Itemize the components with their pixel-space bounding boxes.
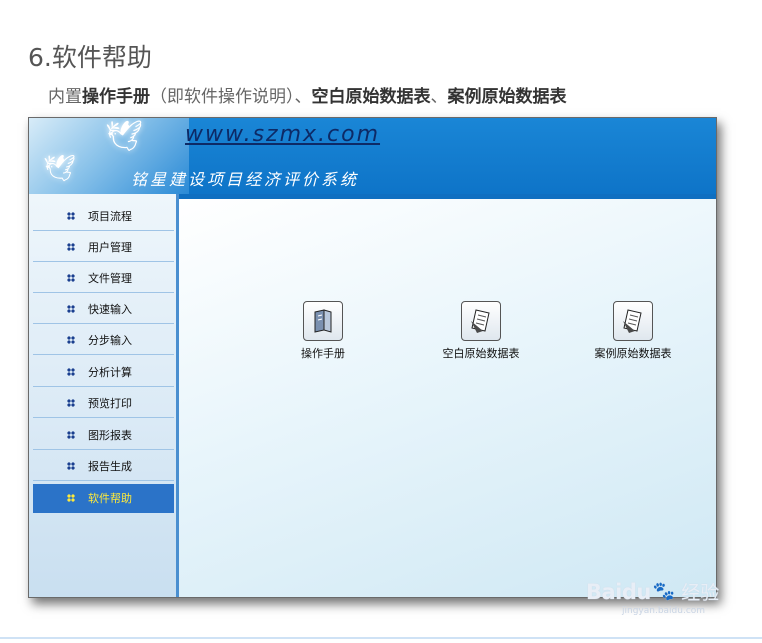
case-form-icon — [613, 301, 653, 341]
dove-icon: 🕊 — [105, 119, 144, 154]
page-divider — [0, 637, 762, 639]
paw-icon: 🐾 — [652, 581, 676, 602]
bullet-icon — [67, 431, 75, 439]
subline-blank-form: 空白原始数据表 — [311, 87, 431, 107]
subline-case-form: 案例原始数据表 — [447, 87, 567, 107]
sidebar-item-project-flow[interactable]: 项目流程 — [33, 202, 174, 231]
bullet-icon — [67, 305, 75, 313]
sidebar-item-label: 分析计算 — [88, 366, 132, 379]
sidebar-item-label: 预览打印 — [88, 397, 132, 410]
manual-button[interactable]: 操作手册 — [291, 301, 355, 361]
sidebar-item-print-preview[interactable]: 预览打印 — [33, 389, 174, 418]
blank-form-label: 空白原始数据表 — [442, 347, 520, 360]
banner-url: www.szmx.com — [185, 122, 381, 147]
baidu-jingyan-watermark: Baidu 🐾 经验 — [586, 578, 719, 605]
sidebar-item-chart-reports[interactable]: 图形报表 — [33, 421, 174, 450]
system-title: 铭星建设项目经济评价系统 — [131, 170, 360, 189]
subline-manual: 操作手册 — [82, 87, 150, 107]
sidebar-item-label: 项目流程 — [88, 210, 132, 223]
sidebar-item-label: 文件管理 — [88, 272, 132, 285]
bullet-icon — [67, 212, 75, 220]
sidebar-item-user-management[interactable]: 用户管理 — [33, 233, 174, 262]
app-banner: 🕊 🕊 www.szmx.com 铭星建设项目经济评价系统 — [29, 118, 716, 194]
sidebar-item-software-help[interactable]: 软件帮助 — [33, 484, 174, 513]
watermark-brand: Baidu — [586, 579, 651, 604]
app-window: 🕊 🕊 www.szmx.com 铭星建设项目经济评价系统 项目流程 用户管理 … — [28, 117, 717, 598]
bullet-icon — [67, 462, 75, 470]
article-subline: 内置操作手册（即软件操作说明）、空白原始数据表、案例原始数据表 — [48, 82, 567, 107]
sidebar-item-label: 快速输入 — [88, 303, 132, 316]
sidebar-item-file-management[interactable]: 文件管理 — [33, 264, 174, 293]
case-form-button[interactable]: 案例原始数据表 — [589, 301, 677, 361]
bullet-icon — [67, 336, 75, 344]
case-form-label: 案例原始数据表 — [594, 347, 672, 360]
blank-form-icon — [461, 301, 501, 341]
sidebar-item-label: 图形报表 — [88, 429, 132, 442]
sidebar-item-step-input[interactable]: 分步输入 — [33, 326, 174, 355]
bullet-icon — [67, 368, 75, 376]
sidebar-item-quick-input[interactable]: 快速输入 — [33, 295, 174, 324]
subline-prefix: 内置 — [48, 87, 82, 107]
watermark-jingyan: 经验 — [681, 582, 720, 604]
manual-book-icon — [303, 301, 343, 341]
watermark-url: jingyan.baidu.com — [622, 606, 706, 616]
sidebar-item-analysis[interactable]: 分析计算 — [33, 358, 174, 387]
sidebar-item-label: 软件帮助 — [88, 492, 132, 505]
sidebar: 项目流程 用户管理 文件管理 快速输入 分步输入 分析计算 预览打印 图形报表 … — [29, 194, 179, 597]
article-heading: 6.软件帮助 — [28, 43, 152, 72]
bullet-icon — [67, 399, 75, 407]
bullet-icon — [67, 274, 75, 282]
manual-label: 操作手册 — [301, 347, 345, 360]
main-panel: 操作手册 空白原始数据表 案例原始数据表 — [179, 199, 716, 597]
subline-separator: 、 — [430, 87, 448, 107]
sidebar-item-report-generation[interactable]: 报告生成 — [33, 452, 174, 481]
sidebar-item-label: 用户管理 — [88, 241, 132, 254]
bullet-icon — [67, 494, 75, 502]
dove-icon: 🕊 — [43, 154, 77, 184]
sidebar-item-label: 分步输入 — [88, 334, 132, 347]
blank-form-button[interactable]: 空白原始数据表 — [437, 301, 525, 361]
subline-paren: （即软件操作说明）、 — [150, 87, 312, 107]
sidebar-item-label: 报告生成 — [88, 460, 132, 473]
bullet-icon — [67, 243, 75, 251]
